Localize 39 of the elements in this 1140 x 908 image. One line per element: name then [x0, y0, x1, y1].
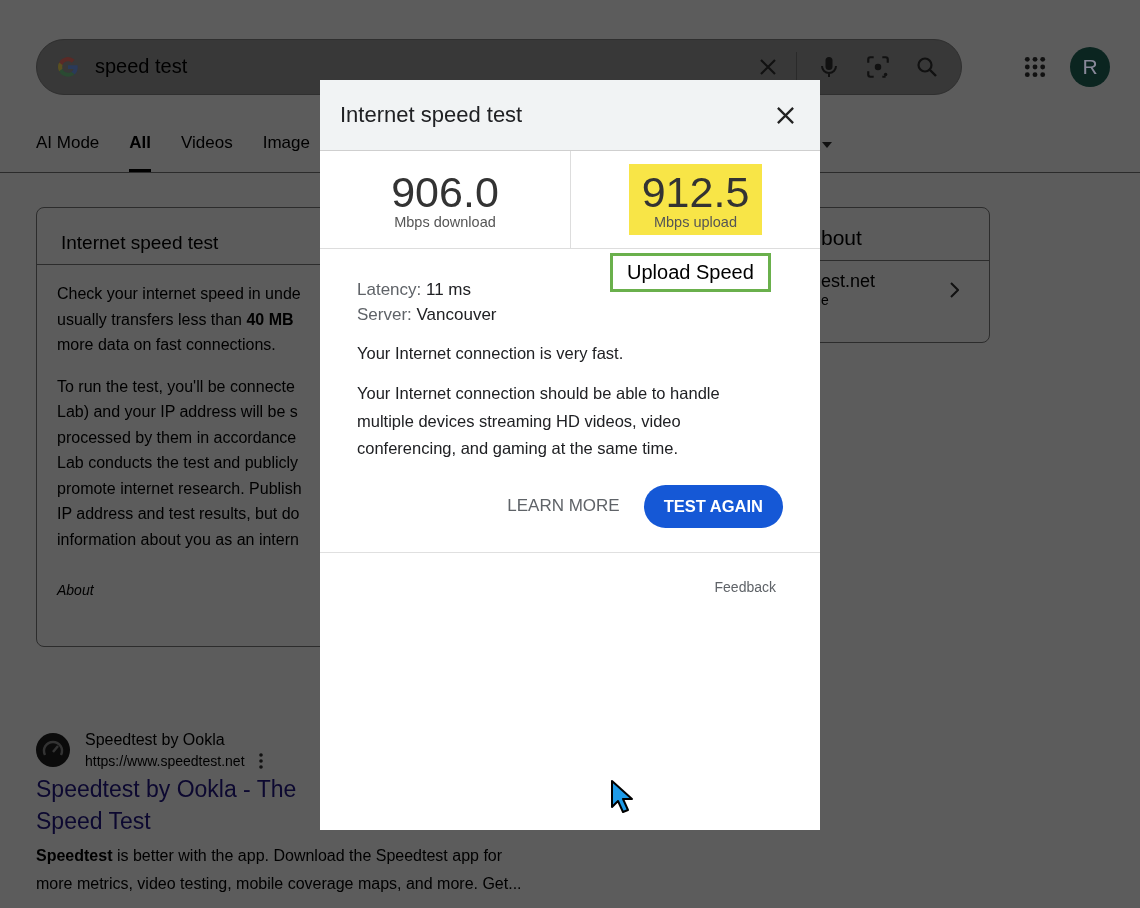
close-icon[interactable]: [776, 105, 795, 125]
side-card-link[interactable]: e: [821, 292, 876, 308]
dialog-title: Internet speed test: [340, 102, 523, 128]
result-title-link[interactable]: Speed Test: [36, 805, 151, 837]
result-snippet: more metrics, video testing, mobile coverage maps, and more. Get...: [36, 874, 523, 894]
search-tab[interactable]: All: [129, 117, 152, 172]
avatar[interactable]: R: [1070, 46, 1110, 87]
search-tab[interactable]: AI Mode: [36, 117, 100, 172]
about-link[interactable]: About: [57, 582, 97, 598]
search-tab[interactable]: Image: [262, 117, 310, 172]
gauge-icon: [36, 733, 70, 767]
chevron-right-icon[interactable]: [949, 281, 959, 298]
apps-grid-icon[interactable]: [1024, 55, 1046, 78]
learn-more-button[interactable]: LEARN MORE: [507, 496, 620, 516]
card-text: information about you as an intern: [57, 529, 300, 550]
camera-icon[interactable]: [865, 53, 891, 80]
side-card-link[interactable]: est.net: [821, 271, 876, 292]
description-text: Your Internet connection should be able to handle multiple devices streaming HD videos, video conferencing, and gaming at the same time.: [357, 383, 721, 459]
result-snippet: Speedtest is better with the app. Download the Speedtest app for: [36, 846, 504, 866]
detail-text: Server: Vancouver: [357, 304, 498, 326]
site-url: https://www.speedtest.net: [85, 753, 245, 769]
detail-text: Latency: 11 ms: [357, 279, 473, 301]
card-text: Lab conducts the test and publicly: [57, 453, 300, 473]
card-text: IP address and test results, but do: [57, 504, 301, 524]
caret-icon[interactable]: [822, 142, 832, 148]
mouse-cursor-icon: [610, 779, 636, 815]
more-options-icon[interactable]: [258, 753, 263, 769]
result-title-link[interactable]: Speedtest by Ookla - The: [36, 773, 297, 805]
summary-text: Your Internet connection is very fast.: [357, 344, 625, 363]
search-query[interactable]: speed test: [95, 55, 758, 78]
card-text: promote internet research. Publish: [57, 478, 303, 499]
callout-label: Upload Speed: [610, 253, 771, 292]
test-again-button[interactable]: TEST AGAIN: [643, 484, 783, 528]
site-name: Speedtest by Ookla: [85, 731, 226, 749]
speed-reading: 906.0 Mbps download: [390, 167, 500, 232]
search-tab[interactable]: Videos: [181, 117, 233, 172]
search-icon[interactable]: [915, 54, 939, 79]
speed-reading: 912.5 Mbps upload: [628, 164, 763, 235]
feedback-link[interactable]: Feedback: [714, 578, 776, 595]
